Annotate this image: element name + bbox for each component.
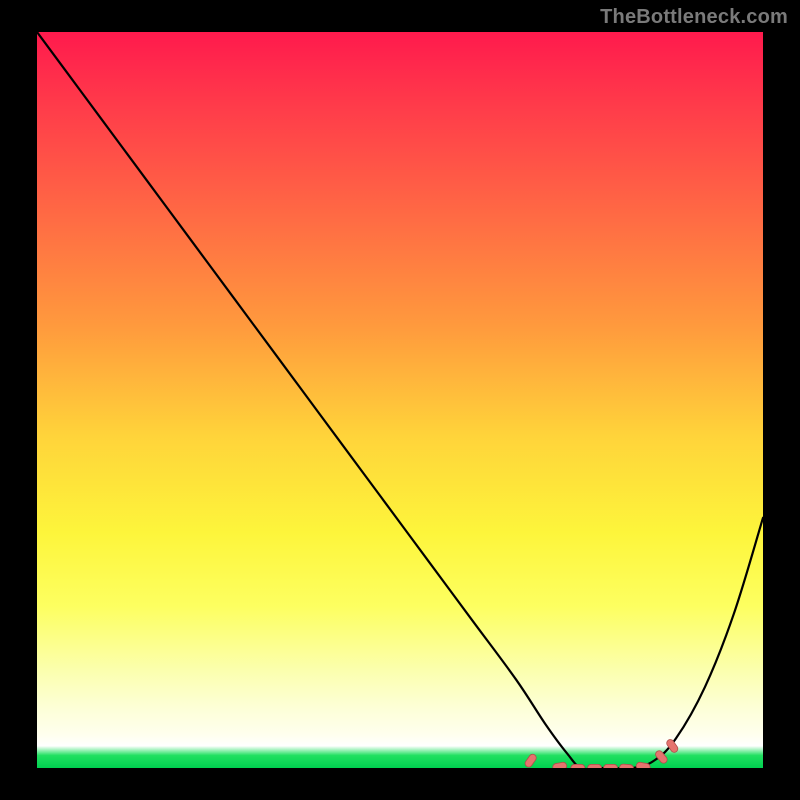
- valley-marker: [524, 753, 538, 768]
- curve-layer: [37, 32, 763, 768]
- marker-layer: [524, 738, 679, 768]
- chart-frame: TheBottleneck.com: [0, 0, 800, 800]
- valley-marker: [619, 764, 634, 768]
- valley-marker: [604, 764, 618, 768]
- bottleneck-curve: [37, 32, 763, 768]
- valley-marker: [588, 764, 602, 768]
- attribution-label: TheBottleneck.com: [600, 6, 788, 29]
- valley-marker: [571, 764, 585, 768]
- valley-marker: [552, 762, 567, 768]
- chart-svg: [37, 32, 763, 768]
- plot-area: [37, 32, 763, 768]
- valley-marker: [665, 738, 679, 754]
